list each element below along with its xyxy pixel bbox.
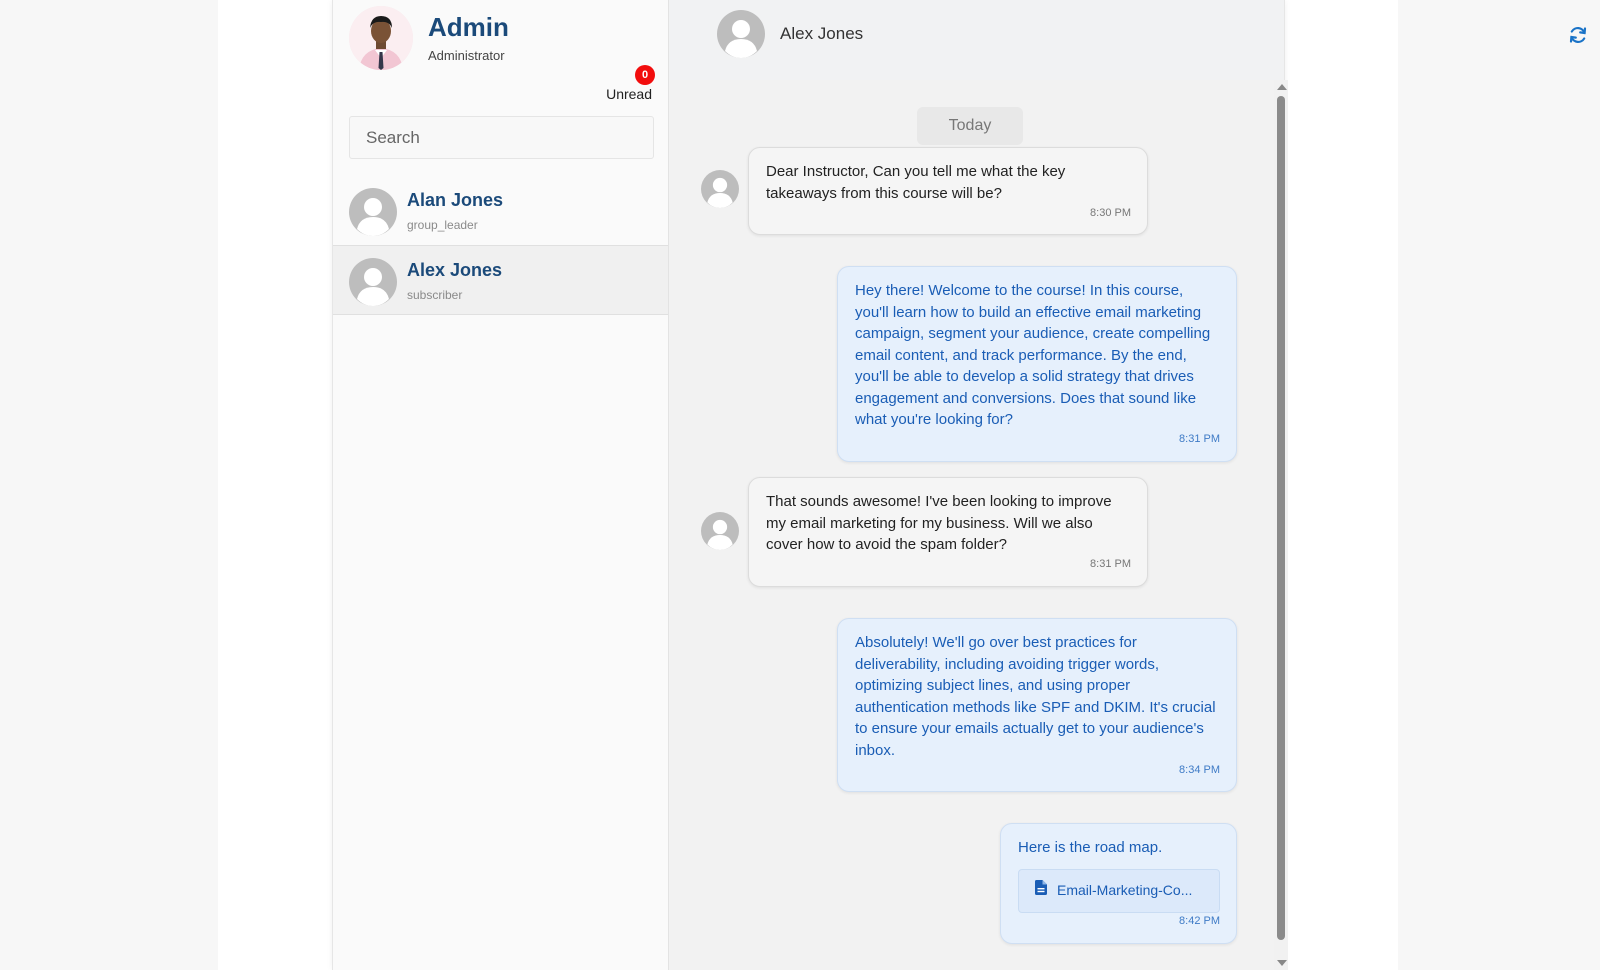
message-text: Absolutely! We'll go over best practices… bbox=[855, 634, 1216, 759]
message-bubble-outgoing: Hey there! Welcome to the course! In thi… bbox=[837, 266, 1237, 462]
message-scrollbar[interactable] bbox=[1274, 80, 1288, 970]
file-icon bbox=[1035, 879, 1047, 902]
user-avatar-icon bbox=[701, 512, 739, 550]
contact-name: Alex Jones bbox=[407, 260, 503, 280]
message-time: 8:31 PM bbox=[1090, 558, 1131, 570]
contact-item-alex-jones[interactable]: Alex Jones subscriber bbox=[333, 245, 668, 315]
message-time: 8:31 PM bbox=[1179, 433, 1220, 445]
chat-app: Admin Administrator 0 Unread Alan Jones … bbox=[332, 0, 1587, 970]
chat-title: Alex Jones bbox=[780, 24, 864, 43]
message-list[interactable]: Today Dear Instructor, Can you tell me w… bbox=[669, 80, 1269, 970]
contact-role: subscriber bbox=[407, 288, 463, 302]
file-attachment[interactable]: Email-Marketing-Co... bbox=[1018, 868, 1220, 913]
contact-item-alan-jones[interactable]: Alan Jones group_leader bbox=[333, 176, 668, 246]
unread-count-badge: 0 bbox=[635, 65, 655, 85]
message-time: 8:30 PM bbox=[1090, 206, 1131, 219]
admin-role: Administrator bbox=[428, 48, 505, 63]
refresh-icon[interactable] bbox=[1568, 25, 1588, 45]
message-time: 8:34 PM bbox=[1179, 763, 1220, 776]
search-input[interactable] bbox=[349, 116, 654, 159]
user-avatar-icon bbox=[701, 170, 739, 208]
chat-panel: Alex Jones Today Dear Instructor, Can yo… bbox=[669, 0, 1587, 970]
sidebar: Admin Administrator 0 Unread Alan Jones … bbox=[333, 0, 669, 970]
message-bubble-outgoing: Absolutely! We'll go over best practices… bbox=[837, 618, 1237, 792]
day-separator: Today bbox=[917, 107, 1023, 145]
contact-role: group_leader bbox=[407, 218, 478, 232]
unread-label[interactable]: Unread bbox=[606, 86, 652, 102]
message-text: Dear Instructor, Can you tell me what th… bbox=[766, 163, 1066, 202]
message-bubble-incoming: Dear Instructor, Can you tell me what th… bbox=[748, 147, 1148, 235]
chat-header: Alex Jones bbox=[669, 0, 1587, 80]
message-text: Here is the road map. bbox=[1018, 839, 1163, 856]
attachment-file-name: Email-Marketing-Co... bbox=[1057, 881, 1193, 898]
user-avatar-icon bbox=[349, 188, 397, 236]
scroll-thumb[interactable] bbox=[1277, 96, 1285, 940]
admin-avatar bbox=[349, 6, 413, 70]
scroll-up-arrow-icon[interactable] bbox=[1277, 84, 1287, 90]
message-bubble-outgoing: Here is the road map. Email-Marketing-Co… bbox=[1000, 823, 1237, 944]
message-text: Hey there! Welcome to the course! In thi… bbox=[855, 282, 1211, 428]
message-text: That sounds awesome! I've been looking t… bbox=[766, 493, 1112, 553]
contact-name: Alan Jones bbox=[407, 190, 504, 210]
admin-name: Admin bbox=[428, 12, 509, 42]
message-bubble-incoming: That sounds awesome! I've been looking t… bbox=[748, 477, 1148, 587]
message-time: 8:42 PM bbox=[1179, 915, 1220, 927]
user-avatar-icon bbox=[717, 10, 765, 58]
user-avatar-icon bbox=[349, 258, 397, 306]
scroll-down-arrow-icon[interactable] bbox=[1277, 960, 1287, 966]
